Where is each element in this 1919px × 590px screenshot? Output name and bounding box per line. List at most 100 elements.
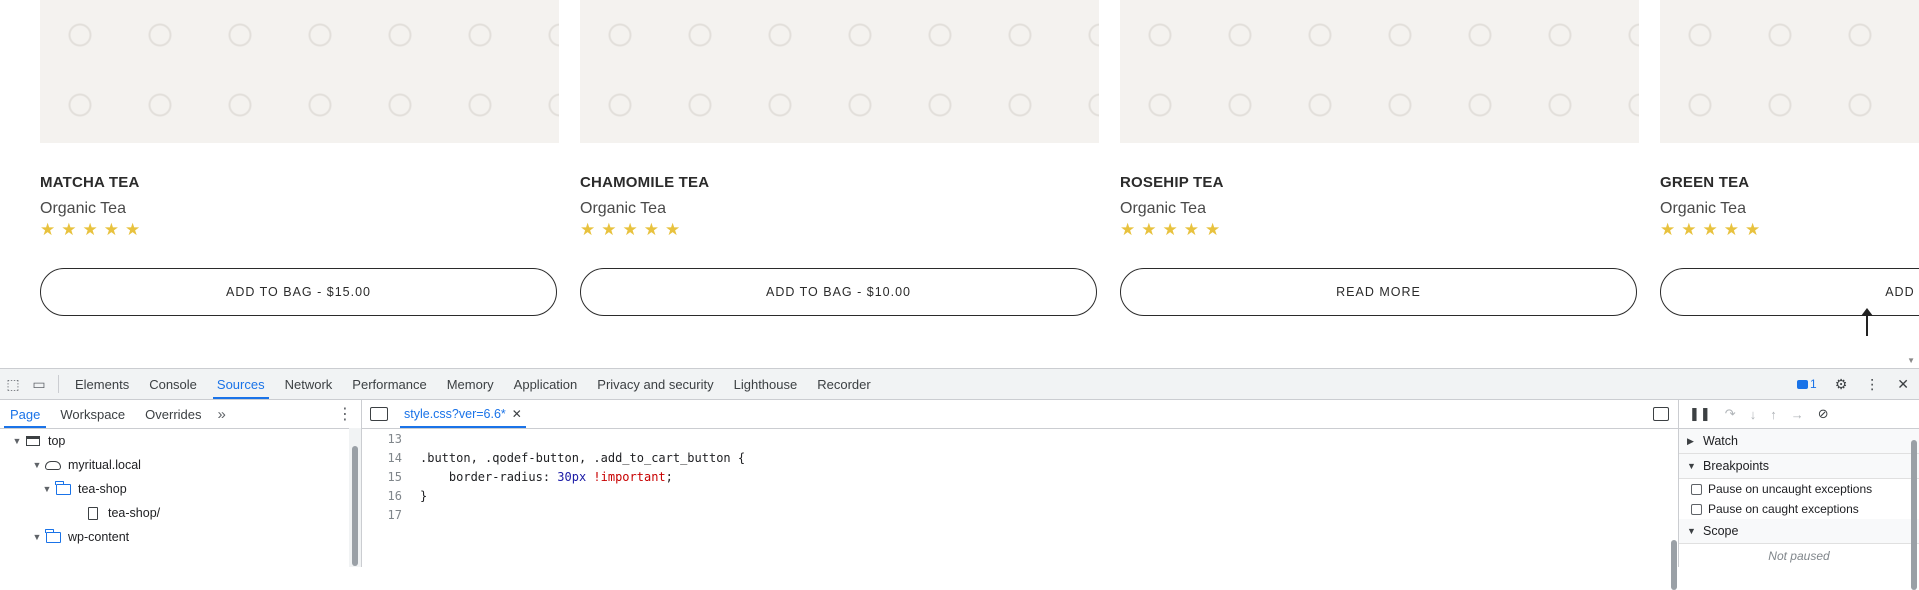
css-terminator: ;: [665, 469, 673, 484]
toggle-debugger-icon[interactable]: [1653, 407, 1669, 421]
checkbox[interactable]: [1691, 483, 1702, 495]
more-tabs-icon[interactable]: »: [212, 406, 232, 423]
code-line[interactable]: 17: [362, 505, 1679, 524]
more-vertical-icon[interactable]: ⋮: [337, 404, 353, 424]
expand-triangle-icon[interactable]: ▼: [40, 484, 54, 494]
tab-elements[interactable]: Elements: [65, 369, 139, 399]
line-number[interactable]: 14: [362, 451, 420, 465]
product-action-button[interactable]: READ MORE: [1120, 268, 1637, 316]
line-number[interactable]: 13: [362, 432, 420, 446]
scope-section-header[interactable]: ▼ Scope: [1679, 519, 1919, 544]
product-action-button[interactable]: ADD TO BAG - $15.00: [40, 268, 557, 316]
tree-item[interactable]: tea-shop/: [0, 501, 361, 525]
product-image[interactable]: [1660, 0, 1919, 143]
devtools-tab-bar: ⬚ ▭ Elements Console Sources Network Perform…: [0, 369, 1919, 400]
tab-performance[interactable]: Performance: [342, 369, 436, 399]
mouse-cursor-icon: [1861, 308, 1873, 336]
star-icon: ★: [1745, 220, 1761, 239]
product-image[interactable]: [40, 0, 559, 143]
navigator-tab-overrides[interactable]: Overrides: [135, 400, 211, 428]
close-tab-icon[interactable]: ✕: [512, 407, 522, 421]
folder-icon: [54, 480, 72, 496]
step-icon[interactable]: →: [1791, 407, 1804, 422]
device-toolbar-icon[interactable]: ▭: [26, 376, 52, 393]
star-icon: ★: [82, 220, 98, 239]
expand-triangle-icon[interactable]: ▼: [30, 460, 44, 470]
tree-item[interactable]: ▼ wp-content: [0, 525, 361, 549]
breakpoints-section-header[interactable]: ▼ Breakpoints: [1679, 454, 1919, 479]
product-image[interactable]: [580, 0, 1099, 143]
tab-memory[interactable]: Memory: [437, 369, 504, 399]
star-icon: ★: [61, 220, 77, 239]
tab-console[interactable]: Console: [139, 369, 207, 399]
product-action-button[interactable]: ADD TO BAG - $10.00: [580, 268, 1097, 316]
toggle-navigator-icon[interactable]: [370, 407, 388, 421]
close-icon[interactable]: ✕: [1897, 376, 1909, 393]
deactivate-breakpoints-icon[interactable]: ⊘: [1818, 406, 1829, 422]
step-out-icon[interactable]: ↑: [1770, 407, 1777, 422]
product-category[interactable]: Organic Tea: [1120, 200, 1206, 218]
product-card: ROSEHIP TEA Organic Tea ★ ★ ★ ★ ★ READ MORE: [1120, 0, 1639, 316]
gear-icon[interactable]: ⚙: [1835, 376, 1848, 393]
product-card: CHAMOMILE TEA Organic Tea ★ ★ ★ ★ ★ ADD TO BAG …: [580, 0, 1099, 316]
pause-uncaught-option[interactable]: Pause on uncaught exceptions: [1679, 479, 1919, 499]
product-category[interactable]: Organic Tea: [580, 200, 666, 218]
editor-file-tab[interactable]: style.css?ver=6.6* ✕: [398, 400, 528, 428]
debugger-sidebar: ❚❚ ↷ ↓ ↑ → ⊘ ▶ Watch ▼ Breakpoints Pause o…: [1678, 400, 1919, 590]
tree-item-label: wp-content: [68, 530, 130, 544]
navigator-tab-workspace[interactable]: Workspace: [50, 400, 135, 428]
devtools-panel: ⬚ ▭ Elements Console Sources Network Perform…: [0, 368, 1919, 590]
product-name[interactable]: CHAMOMILE TEA: [580, 174, 709, 191]
line-number[interactable]: 17: [362, 508, 420, 522]
product-name[interactable]: MATCHA TEA: [40, 174, 140, 191]
product-name[interactable]: GREEN TEA: [1660, 174, 1749, 191]
tab-privacy-and-security[interactable]: Privacy and security: [587, 369, 723, 399]
more-vertical-icon[interactable]: ⋮: [1865, 376, 1879, 393]
rating-stars: ★ ★ ★ ★ ★: [580, 221, 680, 239]
code-line[interactable]: 13: [362, 429, 1679, 448]
tab-network[interactable]: Network: [275, 369, 343, 399]
tree-item[interactable]: ▼ top: [0, 429, 361, 453]
code-line[interactable]: 16}: [362, 486, 1679, 505]
step-over-icon[interactable]: ↷: [1725, 406, 1736, 422]
star-icon: ★: [103, 220, 119, 239]
expanded-triangle-icon: ▼: [1687, 461, 1696, 471]
code-line[interactable]: 15 border-radius: 30px !important;: [362, 467, 1679, 486]
product-image[interactable]: [1120, 0, 1639, 143]
navigator-scrollbar[interactable]: [349, 428, 361, 567]
pause-icon[interactable]: ❚❚: [1689, 406, 1711, 422]
product-card: MATCHA TEA Organic Tea ★ ★ ★ ★ ★ ADD TO BAG - $…: [40, 0, 559, 316]
tab-recorder[interactable]: Recorder: [807, 369, 880, 399]
debugger-scrollbar[interactable]: [1909, 428, 1919, 590]
page-scroll-down-icon[interactable]: ▼: [1907, 356, 1915, 365]
product-name[interactable]: ROSEHIP TEA: [1120, 174, 1224, 191]
code-line[interactable]: 14 .button, .qodef-button, .add_to_cart_b…: [362, 448, 1679, 467]
cloud-icon: [44, 458, 62, 472]
product-action-button[interactable]: ADD TO E: [1660, 268, 1919, 316]
line-number[interactable]: 16: [362, 489, 420, 503]
message-icon: [1797, 379, 1809, 389]
line-number[interactable]: 15: [362, 470, 420, 484]
issues-badge[interactable]: 1: [1797, 377, 1817, 391]
tree-item[interactable]: ▼ tea-shop: [0, 477, 361, 501]
expand-triangle-icon[interactable]: ▼: [10, 436, 24, 446]
tab-sources[interactable]: Sources: [207, 369, 275, 399]
product-category[interactable]: Organic Tea: [1660, 200, 1746, 218]
tree-item[interactable]: ▼ myritual.local: [0, 453, 361, 477]
inspect-element-icon[interactable]: ⬚: [0, 376, 26, 393]
tab-lighthouse[interactable]: Lighthouse: [724, 369, 808, 399]
watch-section-header[interactable]: ▶ Watch: [1679, 429, 1919, 454]
expand-triangle-icon[interactable]: ▼: [30, 532, 44, 542]
product-category[interactable]: Organic Tea: [40, 200, 126, 218]
navigator-tab-page[interactable]: Page: [0, 400, 50, 428]
step-into-icon[interactable]: ↓: [1750, 407, 1757, 422]
file-tree: ▼ top ▼ myritual.local ▼ tea-shop tea-shop/ ▼ wp…: [0, 429, 361, 549]
pause-caught-option[interactable]: Pause on caught exceptions: [1679, 499, 1919, 519]
product-card: GREEN TEA Organic Tea ★ ★ ★ ★ ★ ADD TO E: [1660, 0, 1919, 316]
checkbox[interactable]: [1691, 503, 1702, 515]
tab-application[interactable]: Application: [504, 369, 588, 399]
css-property: border-radius:: [420, 469, 558, 484]
code-lines[interactable]: 13 14 .button, .qodef-button, .add_to_cart…: [362, 429, 1679, 524]
star-icon: ★: [1162, 220, 1178, 239]
code-text: }: [420, 488, 428, 503]
